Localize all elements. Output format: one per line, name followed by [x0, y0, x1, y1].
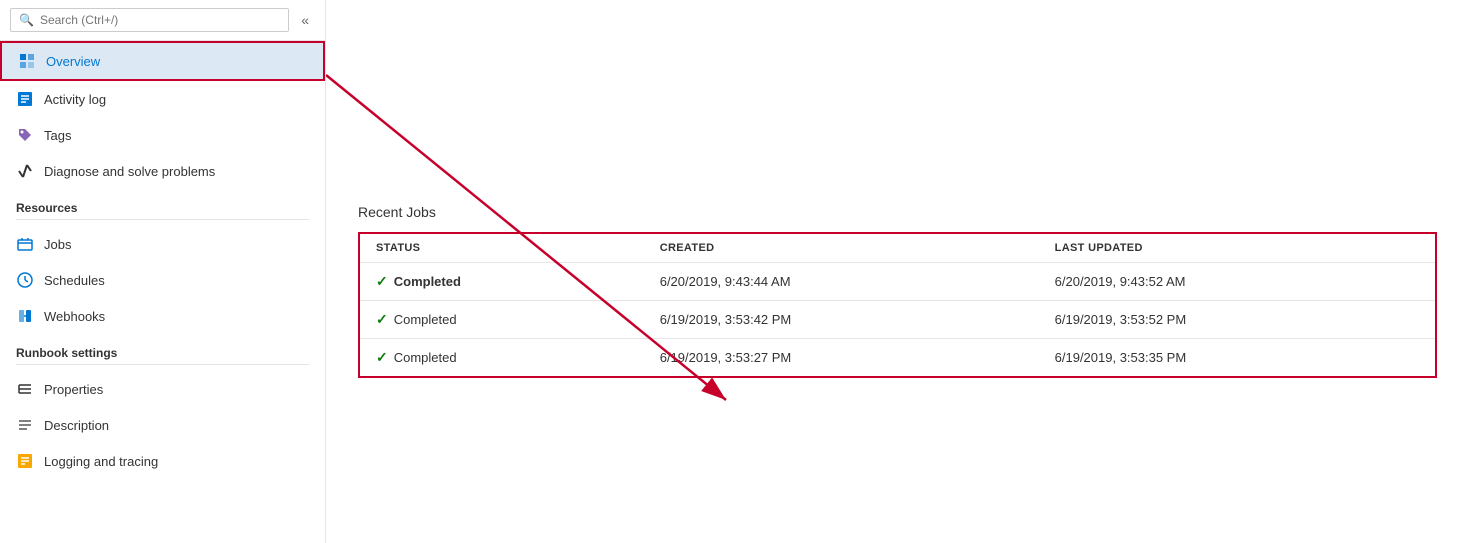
- sidebar-item-activity-log-label: Activity log: [44, 92, 106, 107]
- jobs-icon: [16, 235, 34, 253]
- table-header-row: STATUS CREATED LAST UPDATED: [359, 233, 1436, 263]
- sidebar-item-logging-label: Logging and tracing: [44, 454, 158, 469]
- created-cell: 6/19/2019, 3:53:27 PM: [644, 339, 1039, 378]
- completed-check-icon: ✓: [376, 273, 388, 290]
- sidebar-item-description-label: Description: [44, 418, 109, 433]
- status-value: Completed: [394, 274, 461, 289]
- table-row[interactable]: ✓ Completed 6/19/2019, 3:53:42 PM 6/19/2…: [359, 301, 1436, 339]
- table-row[interactable]: ✓ Completed 6/19/2019, 3:53:27 PM 6/19/2…: [359, 339, 1436, 378]
- sidebar-item-tags[interactable]: Tags: [0, 117, 325, 153]
- diagnose-icon: [16, 162, 34, 180]
- search-icon: 🔍: [19, 13, 34, 27]
- status-cell: ✓ Completed: [359, 339, 644, 378]
- properties-icon: [16, 380, 34, 398]
- status-value: Completed: [394, 312, 457, 327]
- resources-divider: [16, 219, 309, 220]
- sidebar-item-jobs[interactable]: Jobs: [0, 226, 325, 262]
- last-updated-cell: 6/19/2019, 3:53:52 PM: [1039, 301, 1436, 339]
- sidebar-item-properties[interactable]: Properties: [0, 371, 325, 407]
- runbook-settings-section-label: Runbook settings: [0, 334, 325, 364]
- sidebar-item-webhooks[interactable]: Webhooks: [0, 298, 325, 334]
- column-header-status: STATUS: [359, 233, 644, 263]
- created-cell: 6/20/2019, 9:43:44 AM: [644, 263, 1039, 301]
- main-content: Recent Jobs STATUS CREATED LAST UPDATED …: [326, 0, 1469, 543]
- collapse-button[interactable]: «: [295, 8, 315, 32]
- webhooks-icon: [16, 307, 34, 325]
- sidebar-item-description[interactable]: Description: [0, 407, 325, 443]
- description-icon: [16, 416, 34, 434]
- created-cell: 6/19/2019, 3:53:42 PM: [644, 301, 1039, 339]
- sidebar-item-schedules-label: Schedules: [44, 273, 105, 288]
- sidebar-item-logging[interactable]: Logging and tracing: [0, 443, 325, 479]
- status-cell: ✓ Completed: [359, 301, 644, 339]
- runbook-settings-divider: [16, 364, 309, 365]
- status-value: Completed: [394, 350, 457, 365]
- last-updated-cell: 6/20/2019, 9:43:52 AM: [1039, 263, 1436, 301]
- sidebar-item-webhooks-label: Webhooks: [44, 309, 105, 324]
- sidebar: 🔍 « Overview Activity log: [0, 0, 326, 543]
- schedules-icon: [16, 271, 34, 289]
- table-row[interactable]: ✓ Completed 6/20/2019, 9:43:44 AM 6/20/2…: [359, 263, 1436, 301]
- sidebar-item-diagnose-label: Diagnose and solve problems: [44, 164, 215, 179]
- overview-icon: [18, 52, 36, 70]
- sidebar-item-overview[interactable]: Overview: [0, 41, 325, 81]
- sidebar-item-activity-log[interactable]: Activity log: [0, 81, 325, 117]
- status-cell: ✓ Completed: [359, 263, 644, 301]
- column-header-last-updated: LAST UPDATED: [1039, 233, 1436, 263]
- completed-check-icon: ✓: [376, 349, 388, 366]
- search-input-wrap[interactable]: 🔍: [10, 8, 289, 32]
- completed-check-icon: ✓: [376, 311, 388, 328]
- sidebar-item-diagnose[interactable]: Diagnose and solve problems: [0, 153, 325, 189]
- resources-section-label: Resources: [0, 189, 325, 219]
- tags-icon: [16, 126, 34, 144]
- sidebar-item-jobs-label: Jobs: [44, 237, 71, 252]
- last-updated-cell: 6/19/2019, 3:53:35 PM: [1039, 339, 1436, 378]
- sidebar-item-tags-label: Tags: [44, 128, 71, 143]
- jobs-table: STATUS CREATED LAST UPDATED ✓ Completed …: [358, 232, 1437, 378]
- search-input[interactable]: [40, 13, 280, 27]
- search-bar: 🔍 «: [0, 0, 325, 41]
- sidebar-item-properties-label: Properties: [44, 382, 103, 397]
- logging-icon: [16, 452, 34, 470]
- sidebar-item-overview-label: Overview: [46, 54, 100, 69]
- recent-jobs-title: Recent Jobs: [358, 204, 1437, 220]
- activity-icon: [16, 90, 34, 108]
- column-header-created: CREATED: [644, 233, 1039, 263]
- sidebar-item-schedules[interactable]: Schedules: [0, 262, 325, 298]
